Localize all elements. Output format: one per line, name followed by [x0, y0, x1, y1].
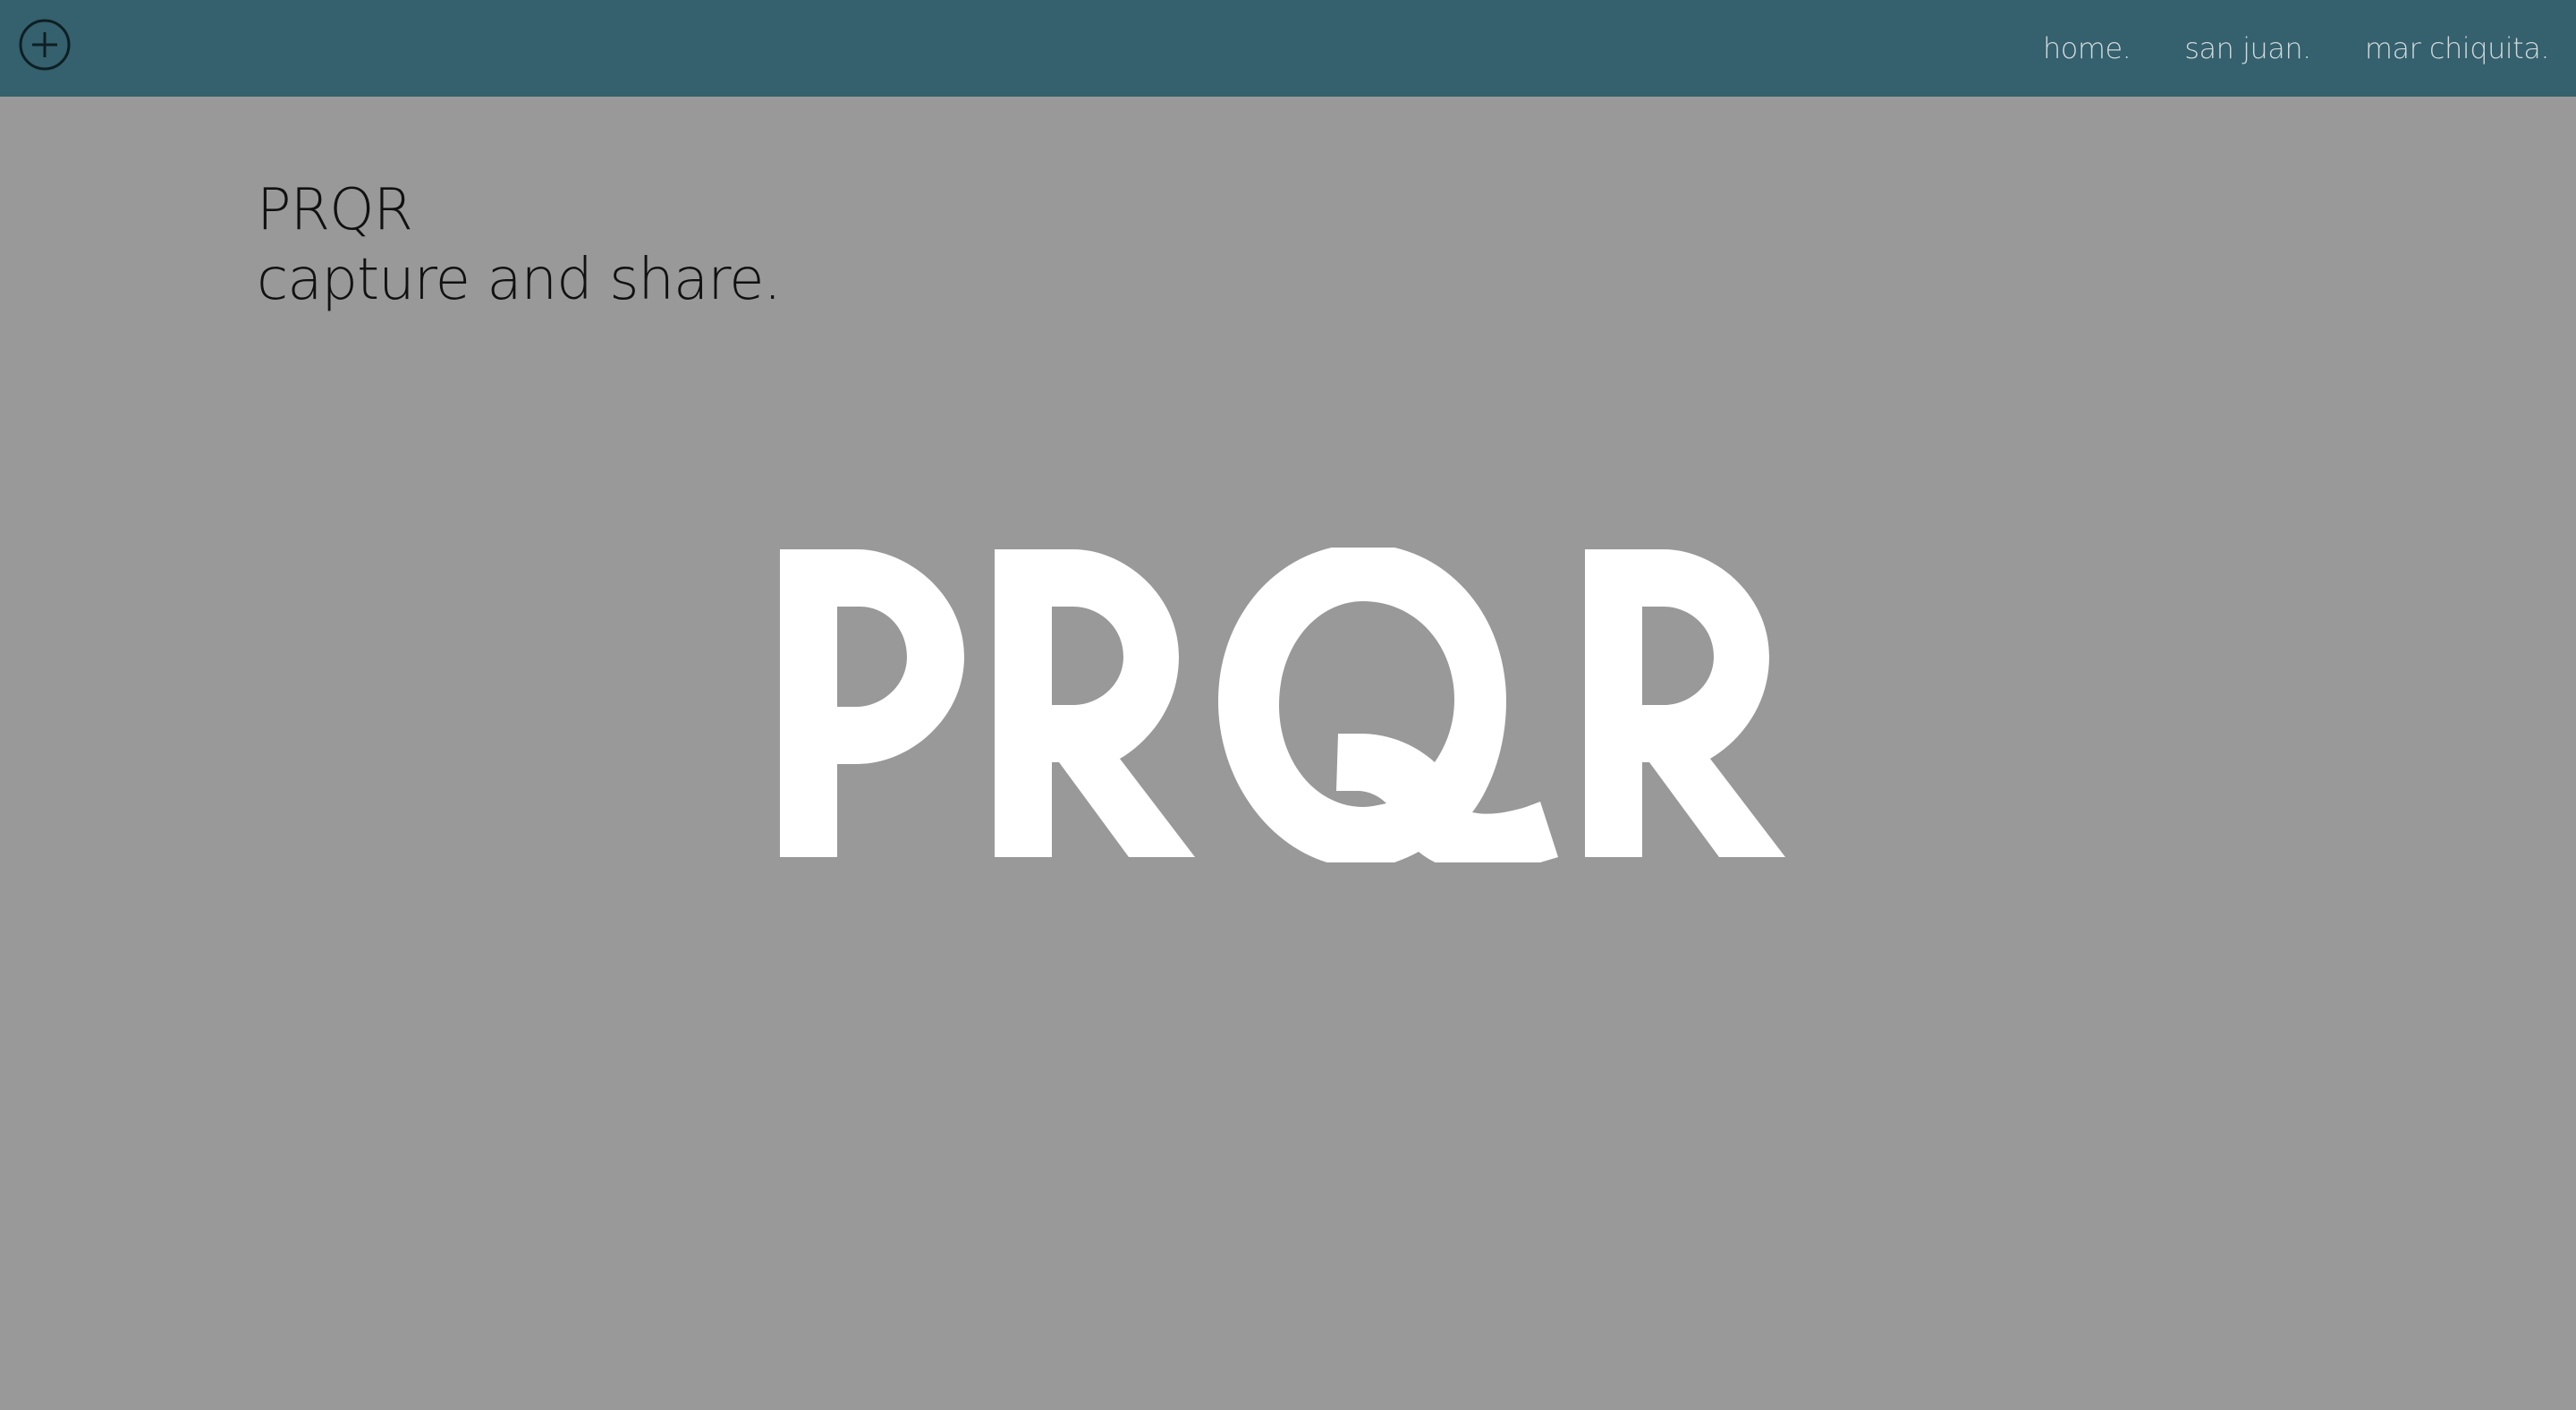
site-title: PRQR	[257, 177, 413, 243]
nav-link-san-juan[interactable]: san juan.	[2184, 31, 2311, 65]
top-navigation-bar: home. san juan. mar chiquita.	[0, 0, 2576, 97]
main-nav: home. san juan. mar chiquita.	[2016, 0, 2576, 97]
circle-plus-icon	[19, 19, 71, 71]
intro-heading: PRQR capture and share.	[257, 175, 782, 315]
logo-letter-r-second	[1585, 549, 1785, 857]
logo-letter-r-first	[995, 549, 1195, 857]
nav-link-home[interactable]: home.	[2043, 31, 2131, 65]
add-button[interactable]	[18, 18, 72, 72]
site-tagline: capture and share.	[257, 247, 782, 313]
logo-letter-q	[1218, 544, 1558, 873]
prqr-logo-wordmark	[780, 544, 1785, 873]
logo-letter-p	[780, 549, 964, 857]
prqr-logo	[775, 544, 1792, 873]
nav-link-mar-chiquita[interactable]: mar chiquita.	[2365, 31, 2550, 65]
